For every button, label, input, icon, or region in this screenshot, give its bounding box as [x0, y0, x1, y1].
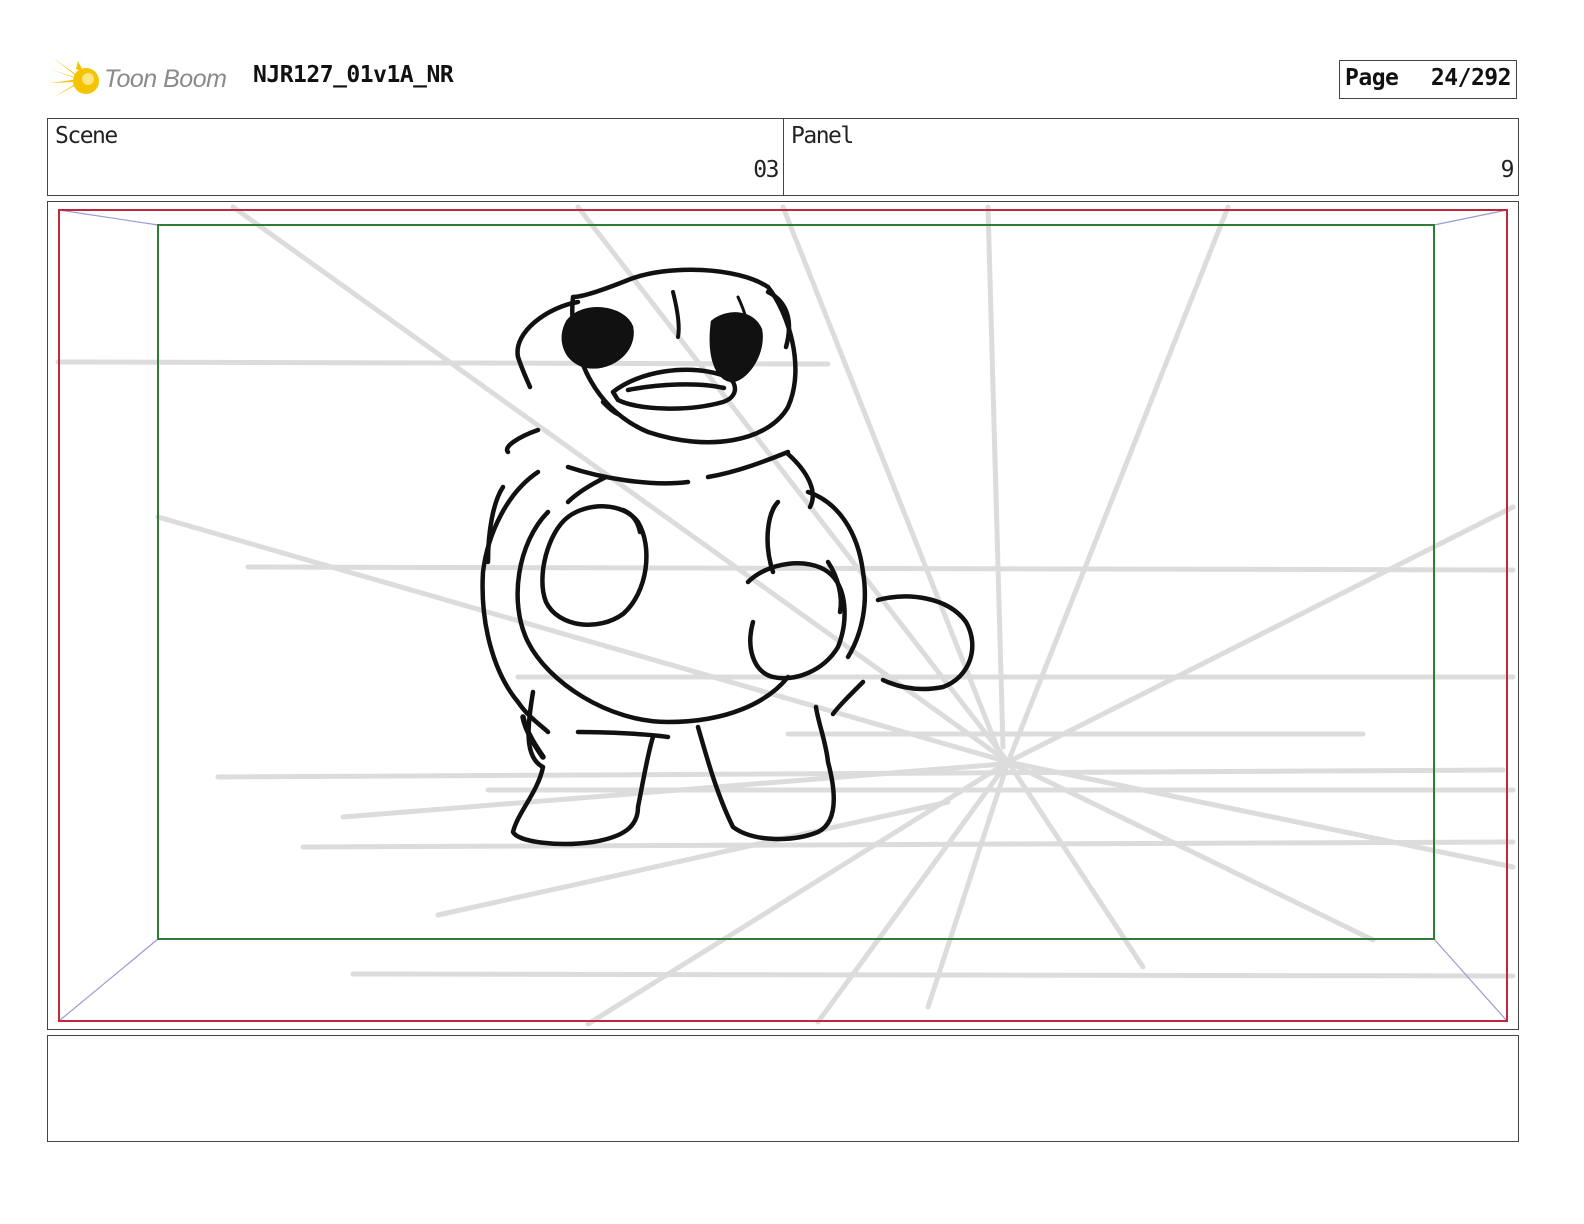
toon-boom-starburst-icon	[50, 57, 99, 105]
turtle-character-sketch	[480, 267, 975, 847]
toon-boom-logo: Toon Boom	[50, 55, 240, 107]
page-indicator: Page 24/292	[1339, 60, 1517, 99]
panel-label: Panel	[791, 123, 854, 149]
panel-value: 9	[1500, 157, 1515, 183]
scene-cell: Scene 03	[48, 119, 784, 195]
page-number: 24/292	[1430, 65, 1512, 91]
scene-value: 03	[753, 157, 779, 183]
storyboard-panel-image	[47, 201, 1519, 1030]
page-label: Page	[1345, 65, 1399, 91]
scene-panel-info: Scene 03 Panel 9	[47, 118, 1519, 196]
logo-text: Toon Boom	[104, 65, 227, 93]
scene-label: Scene	[55, 123, 118, 149]
panel-cell: Panel 9	[784, 119, 1518, 195]
document-title: NJR127_01v1A_NR	[253, 62, 454, 88]
perspective-guides	[55, 204, 1516, 1027]
panel-notes-box	[47, 1035, 1519, 1142]
storyboard-sketch-icon	[55, 204, 1516, 1027]
